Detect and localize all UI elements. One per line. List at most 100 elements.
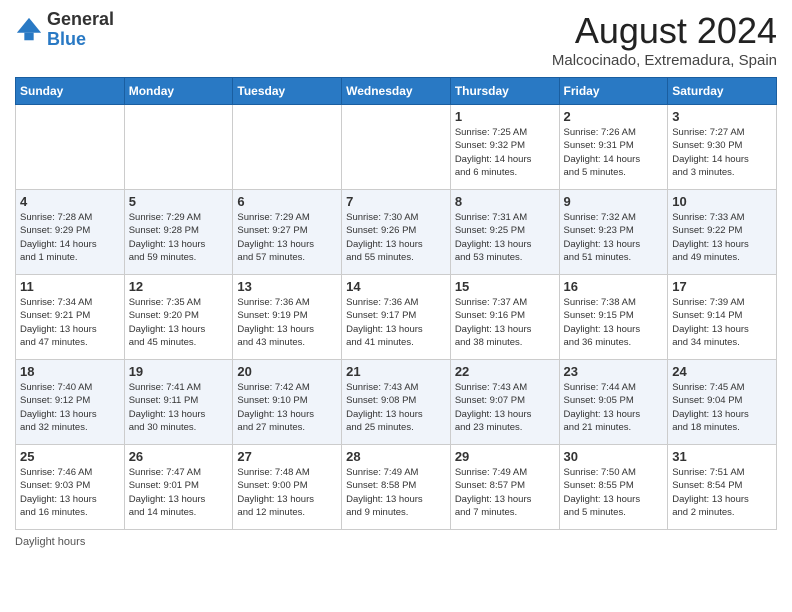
day-info: Sunrise: 7:40 AM Sunset: 9:12 PM Dayligh… [20,381,120,434]
day-info: Sunrise: 7:34 AM Sunset: 9:21 PM Dayligh… [20,296,120,349]
day-number: 27 [237,449,337,464]
logo-general-text: General [47,10,114,30]
day-number: 26 [129,449,229,464]
calendar-week-row: 4 Sunrise: 7:28 AM Sunset: 9:29 PM Daylig… [16,190,777,275]
daylight-note: Daylight hours [15,536,85,548]
day-number: 23 [564,364,664,379]
day-info: Sunrise: 7:46 AM Sunset: 9:03 PM Dayligh… [20,466,120,519]
calendar-cell [16,105,125,190]
day-number: 5 [129,194,229,209]
calendar-cell: 27Sunrise: 7:48 AM Sunset: 9:00 PM Dayli… [233,445,342,530]
day-info: Sunrise: 7:51 AM Sunset: 8:54 PM Dayligh… [672,466,772,519]
day-info: Sunrise: 7:37 AM Sunset: 9:16 PM Dayligh… [455,296,555,349]
day-info: Sunrise: 7:43 AM Sunset: 9:07 PM Dayligh… [455,381,555,434]
day-info: Sunrise: 7:28 AM Sunset: 9:29 PM Dayligh… [20,211,120,264]
calendar-cell: 13Sunrise: 7:36 AM Sunset: 9:19 PM Dayli… [233,275,342,360]
calendar-cell: 30 Sunrise: 7:50 AM Sunset: 8:55 PM Dayli… [559,445,668,530]
calendar-cell: 11 Sunrise: 7:34 AM Sunset: 9:21 PM Dayli… [16,275,125,360]
day-info: Sunrise: 7:36 AM Sunset: 9:17 PM Dayligh… [346,296,446,349]
day-info: Sunrise: 7:26 AM Sunset: 9:31 PM Dayligh… [564,126,664,179]
day-number: 9 [564,194,664,209]
day-info: Sunrise: 7:35 AM Sunset: 9:20 PM Dayligh… [129,296,229,349]
calendar-cell: 26 Sunrise: 7:47 AM Sunset: 9:01 PM Dayli… [124,445,233,530]
day-info: Sunrise: 7:50 AM Sunset: 8:55 PM Dayligh… [564,466,664,519]
day-info: Sunrise: 7:43 AM Sunset: 9:08 PM Dayligh… [346,381,446,434]
day-info: Sunrise: 7:47 AM Sunset: 9:01 PM Dayligh… [129,466,229,519]
calendar-cell: 14 Sunrise: 7:36 AM Sunset: 9:17 PM Dayli… [342,275,451,360]
day-number: 4 [20,194,120,209]
day-number: 16 [564,279,664,294]
day-number: 3 [672,109,772,124]
calendar-cell: 20 Sunrise: 7:42 AM Sunset: 9:10 PM Dayli… [233,360,342,445]
calendar-cell [233,105,342,190]
day-number: 19 [129,364,229,379]
column-header-monday: Monday [124,78,233,105]
day-number: 21 [346,364,446,379]
day-info: Sunrise: 7:27 AM Sunset: 9:30 PM Dayligh… [672,126,772,179]
column-header-friday: Friday [559,78,668,105]
logo-blue-text: Blue [47,30,114,50]
title-area: August 2024 Malcocinado, Extremadura, Sp… [552,10,777,69]
logo: General Blue [15,10,114,50]
day-number: 28 [346,449,446,464]
day-number: 8 [455,194,555,209]
day-number: 1 [455,109,555,124]
day-number: 22 [455,364,555,379]
day-info: Sunrise: 7:49 AM Sunset: 8:58 PM Dayligh… [346,466,446,519]
calendar-cell [124,105,233,190]
day-number: 11 [20,279,120,294]
calendar-cell: 7 Sunrise: 7:30 AM Sunset: 9:26 PM Daylig… [342,190,451,275]
day-number: 10 [672,194,772,209]
day-info: Sunrise: 7:38 AM Sunset: 9:15 PM Dayligh… [564,296,664,349]
page-header: General Blue August 2024 Malcocinado, Ex… [15,10,777,69]
calendar-cell: 6Sunrise: 7:29 AM Sunset: 9:27 PM Daylig… [233,190,342,275]
calendar-cell: 2 Sunrise: 7:26 AM Sunset: 9:31 PM Daylig… [559,105,668,190]
calendar-cell: 9 Sunrise: 7:32 AM Sunset: 9:23 PM Daylig… [559,190,668,275]
day-info: Sunrise: 7:36 AM Sunset: 9:19 PM Dayligh… [237,296,337,349]
calendar-cell: 21 Sunrise: 7:43 AM Sunset: 9:08 PM Dayli… [342,360,451,445]
day-info: Sunrise: 7:33 AM Sunset: 9:22 PM Dayligh… [672,211,772,264]
day-number: 29 [455,449,555,464]
day-number: 14 [346,279,446,294]
day-info: Sunrise: 7:29 AM Sunset: 9:28 PM Dayligh… [129,211,229,264]
column-header-wednesday: Wednesday [342,78,451,105]
column-header-thursday: Thursday [450,78,559,105]
day-number: 20 [237,364,337,379]
day-info: Sunrise: 7:29 AM Sunset: 9:27 PM Dayligh… [237,211,337,264]
day-number: 17 [672,279,772,294]
day-number: 24 [672,364,772,379]
calendar-cell: 8Sunrise: 7:31 AM Sunset: 9:25 PM Daylig… [450,190,559,275]
month-title: August 2024 [552,10,777,52]
column-header-tuesday: Tuesday [233,78,342,105]
footer-note: Daylight hours [15,536,777,548]
day-info: Sunrise: 7:30 AM Sunset: 9:26 PM Dayligh… [346,211,446,264]
calendar-cell: 12 Sunrise: 7:35 AM Sunset: 9:20 PM Dayli… [124,275,233,360]
day-number: 12 [129,279,229,294]
calendar-header-row: SundayMondayTuesdayWednesdayThursdayFrid… [16,78,777,105]
day-info: Sunrise: 7:32 AM Sunset: 9:23 PM Dayligh… [564,211,664,264]
day-info: Sunrise: 7:45 AM Sunset: 9:04 PM Dayligh… [672,381,772,434]
calendar-cell: 18Sunrise: 7:40 AM Sunset: 9:12 PM Dayli… [16,360,125,445]
day-number: 2 [564,109,664,124]
day-number: 25 [20,449,120,464]
day-number: 30 [564,449,664,464]
calendar-cell: 10 Sunrise: 7:33 AM Sunset: 9:22 PM Dayli… [668,190,777,275]
day-number: 7 [346,194,446,209]
day-info: Sunrise: 7:49 AM Sunset: 8:57 PM Dayligh… [455,466,555,519]
calendar-week-row: 18Sunrise: 7:40 AM Sunset: 9:12 PM Dayli… [16,360,777,445]
calendar-cell: 23Sunrise: 7:44 AM Sunset: 9:05 PM Dayli… [559,360,668,445]
calendar-cell: 17 Sunrise: 7:39 AM Sunset: 9:14 PM Dayli… [668,275,777,360]
calendar-cell: 28 Sunrise: 7:49 AM Sunset: 8:58 PM Dayli… [342,445,451,530]
column-header-sunday: Sunday [16,78,125,105]
logo-text: General Blue [47,10,114,50]
calendar-cell: 22 Sunrise: 7:43 AM Sunset: 9:07 PM Dayli… [450,360,559,445]
calendar-week-row: 11 Sunrise: 7:34 AM Sunset: 9:21 PM Dayli… [16,275,777,360]
logo-icon [15,16,43,44]
day-info: Sunrise: 7:39 AM Sunset: 9:14 PM Dayligh… [672,296,772,349]
calendar-cell: 25 Sunrise: 7:46 AM Sunset: 9:03 PM Dayli… [16,445,125,530]
calendar-cell: 5 Sunrise: 7:29 AM Sunset: 9:28 PM Daylig… [124,190,233,275]
calendar-cell: 31Sunrise: 7:51 AM Sunset: 8:54 PM Dayli… [668,445,777,530]
day-info: Sunrise: 7:42 AM Sunset: 9:10 PM Dayligh… [237,381,337,434]
calendar-cell: 1Sunrise: 7:25 AM Sunset: 9:32 PM Daylig… [450,105,559,190]
calendar-cell: 24 Sunrise: 7:45 AM Sunset: 9:04 PM Dayli… [668,360,777,445]
